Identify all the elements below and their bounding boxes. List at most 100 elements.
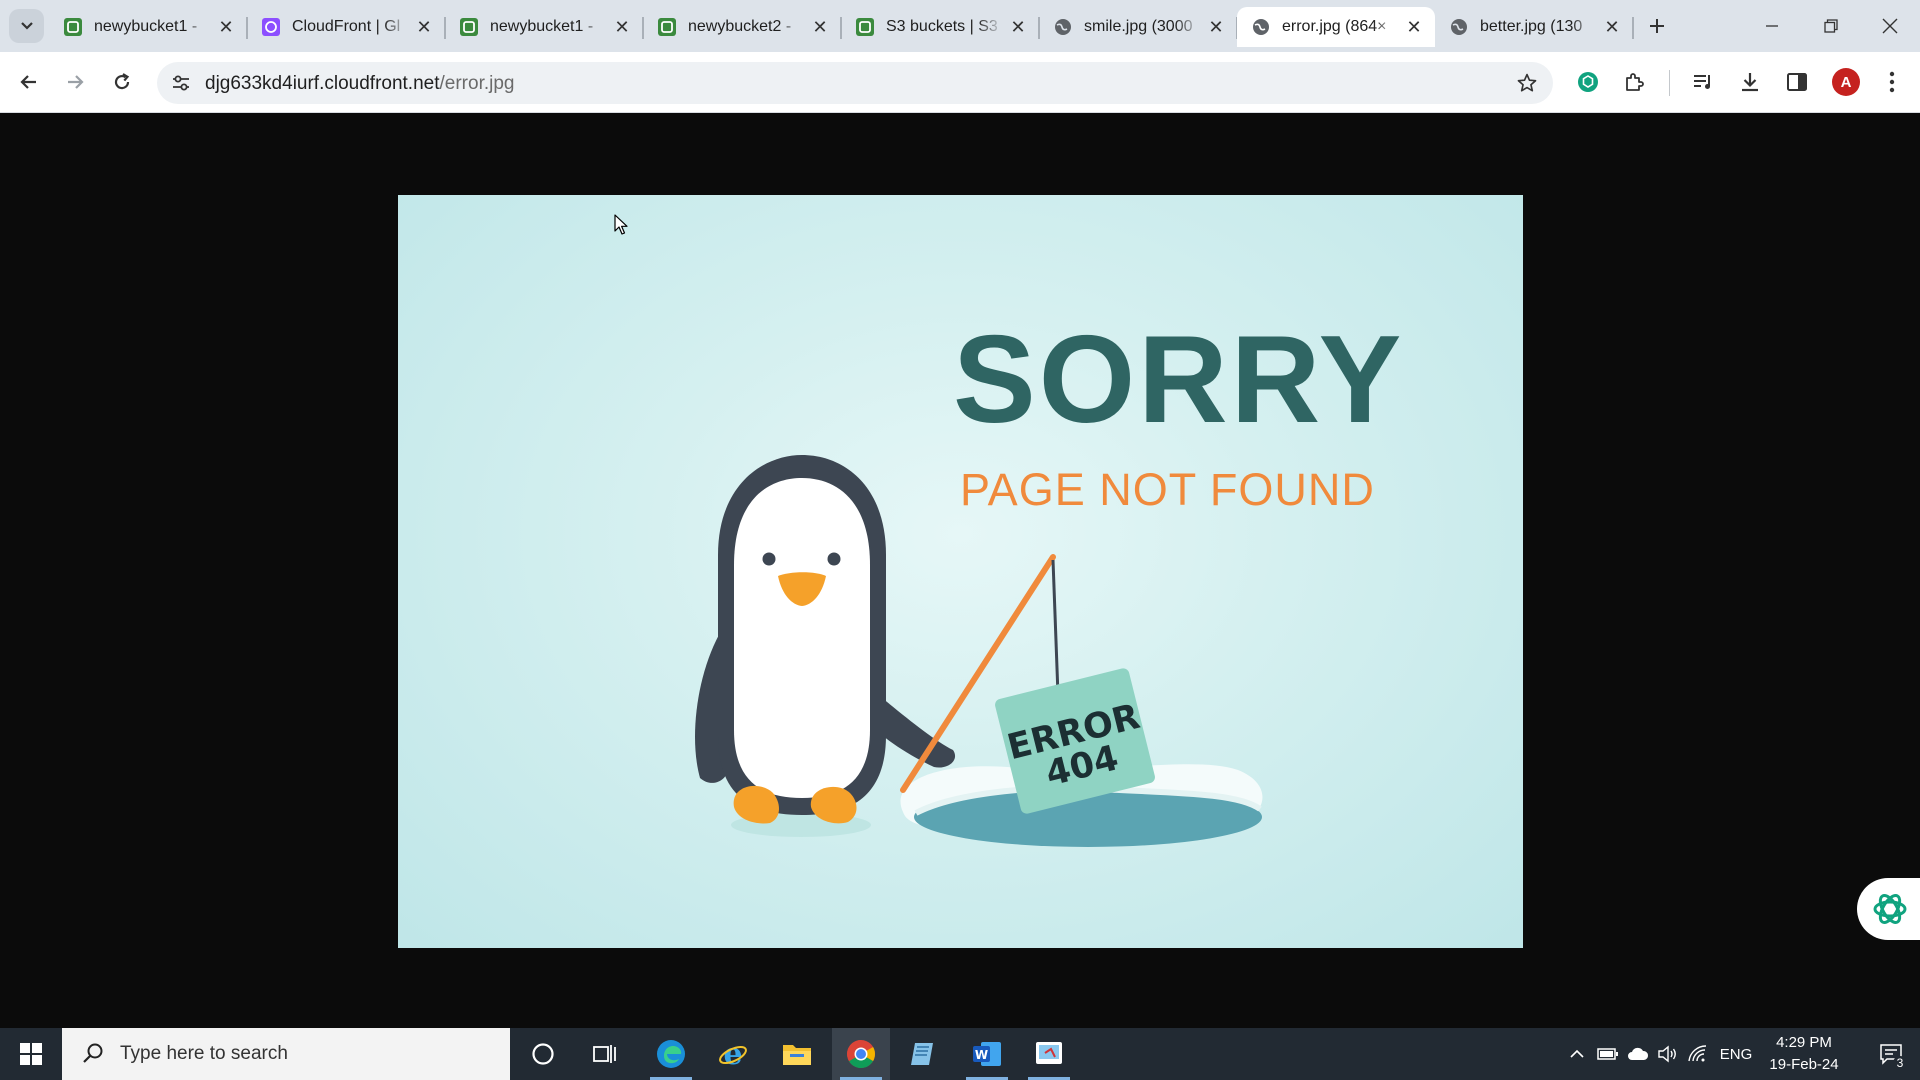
arrow-left-icon [20, 75, 36, 89]
tab-s3-buckets[interactable]: S3 buckets | S3 ✕ [841, 7, 1040, 47]
close-window-button[interactable] [1860, 0, 1920, 52]
forward-button[interactable] [57, 64, 93, 100]
chatgpt-extension-icon [1578, 72, 1598, 92]
taskbar-clock[interactable]: 4:29 PM 19-Feb-24 [1756, 1032, 1852, 1076]
globe-icon [1055, 19, 1071, 35]
tab-close-button[interactable]: ✕ [805, 12, 835, 42]
tab-close-button[interactable]: ✕ [1399, 12, 1429, 42]
tab-error-jpg[interactable]: error.jpg (864× ✕ [1237, 7, 1435, 47]
clock-time: 4:29 PM [1776, 1034, 1832, 1051]
tab-smile-jpg[interactable]: smile.jpg (3000 ✕ [1039, 7, 1238, 47]
tab-separator [1632, 17, 1634, 39]
globe-icon [1253, 19, 1269, 35]
tab-label: S3 buckets | S3 [886, 18, 998, 35]
chrome-icon [847, 1040, 875, 1069]
action-center-button[interactable]: 3 [1862, 1028, 1920, 1080]
taskbar-snipping-tool[interactable] [1020, 1028, 1078, 1080]
internet-explorer-icon: e [719, 1038, 747, 1070]
windows-taskbar: Type here to search e W ENG 4:29 PM 19-F… [0, 1028, 1920, 1080]
close-icon [1882, 18, 1898, 34]
media-controls-button[interactable] [1686, 65, 1720, 99]
cloudfront-favicon-icon [262, 18, 280, 36]
wifi-tray-button[interactable] [1684, 1028, 1712, 1080]
tab-close-button[interactable]: ✕ [1597, 12, 1627, 42]
start-button[interactable] [0, 1028, 62, 1080]
taskbar-internet-explorer[interactable]: e [704, 1028, 762, 1080]
arrow-right-icon [68, 75, 84, 89]
address-bar[interactable]: djg633kd4iurf.cloudfront.net/error.jpg [157, 62, 1553, 104]
bookmark-button[interactable] [1514, 70, 1540, 96]
url-host: djg633kd4iurf.cloudfront.net [205, 73, 440, 94]
tab-close-button[interactable]: ✕ [607, 12, 637, 42]
aws-s3-favicon-icon [658, 18, 676, 36]
taskbar-edge[interactable] [642, 1028, 700, 1080]
aws-s3-favicon-icon [856, 18, 874, 36]
tab-newybucket1-second[interactable]: newybucket1 - ✕ [445, 7, 644, 47]
restore-button[interactable] [1801, 0, 1861, 52]
browser-menu-button[interactable] [1875, 65, 1909, 99]
minimize-icon [1766, 25, 1778, 27]
clock-date: 19-Feb-24 [1769, 1056, 1839, 1073]
page-viewport: SORRY PAGE NOT FOUND ERROR 404 [0, 113, 1920, 1028]
reload-icon [114, 73, 130, 90]
side-panel-button[interactable] [1780, 65, 1814, 99]
search-icon [78, 1039, 108, 1069]
taskbar-chrome[interactable] [832, 1028, 890, 1080]
tab-label: CloudFront | Gl [292, 18, 401, 35]
new-tab-button[interactable] [1640, 9, 1674, 43]
more-vert-icon [1889, 71, 1895, 93]
onedrive-tray-button[interactable] [1624, 1028, 1652, 1080]
notepad-icon [911, 1043, 933, 1065]
tab-strip: newybucket1 - ✕ CloudFront | Gl ✕ newybu… [0, 0, 1920, 52]
site-info-button[interactable] [165, 67, 197, 99]
task-view-button[interactable] [576, 1028, 634, 1080]
downloads-button[interactable] [1733, 65, 1767, 99]
tab-label: newybucket1 - [490, 18, 594, 35]
cortana-button[interactable] [514, 1028, 572, 1080]
edge-icon [657, 1040, 685, 1068]
tab-label: newybucket2 - [688, 18, 792, 35]
penguin-belly [734, 478, 870, 798]
penguin-left-eye [762, 552, 776, 566]
battery-icon [1597, 1048, 1618, 1060]
taskbar-file-explorer[interactable] [768, 1028, 826, 1080]
sorry-headline: SORRY [953, 311, 1405, 449]
tab-better-jpg[interactable]: better.jpg (130 ✕ [1435, 7, 1634, 47]
back-button[interactable] [11, 64, 47, 100]
input-language-indicator[interactable]: ENG [1716, 1028, 1756, 1080]
page-not-found-subheadline: PAGE NOT FOUND [960, 464, 1375, 515]
chatgpt-extension-button[interactable] [1571, 65, 1605, 99]
tab-cloudfront[interactable]: CloudFront | Gl ✕ [247, 7, 446, 47]
windows-logo-icon [20, 1043, 42, 1065]
tab-close-button[interactable]: ✕ [1201, 12, 1231, 42]
profile-avatar[interactable]: A [1832, 68, 1860, 96]
word-icon: W [973, 1042, 1001, 1066]
tab-close-button[interactable]: ✕ [211, 12, 241, 42]
reload-button[interactable] [104, 64, 140, 100]
ai-assistant-floating-button[interactable] [1857, 878, 1920, 940]
battery-tray-button[interactable] [1594, 1028, 1622, 1080]
extensions-button[interactable] [1617, 65, 1651, 99]
show-hidden-icons-button[interactable] [1564, 1028, 1590, 1080]
side-panel-icon [1787, 73, 1807, 91]
minimize-button[interactable] [1742, 0, 1802, 52]
tab-newybucket2[interactable]: newybucket2 - ✕ [643, 7, 842, 47]
url-text[interactable]: djg633kd4iurf.cloudfront.net/error.jpg [205, 73, 514, 95]
tab-search-button[interactable] [9, 9, 44, 43]
taskbar-notes-app[interactable] [894, 1028, 952, 1080]
tab-close-button[interactable]: ✕ [1003, 12, 1033, 42]
speaker-icon [1658, 1045, 1676, 1063]
folder-icon [783, 1045, 811, 1065]
svg-text:e: e [723, 1038, 742, 1070]
penguin-illustration [695, 455, 1263, 847]
cortana-circle-icon [532, 1043, 554, 1065]
tab-newybucket1[interactable]: newybucket1 - ✕ [49, 7, 248, 47]
volume-tray-button[interactable] [1654, 1028, 1682, 1080]
tab-label: error.jpg (864× [1282, 18, 1387, 35]
tab-close-button[interactable]: ✕ [409, 12, 439, 42]
chevron-up-icon [1570, 1049, 1584, 1058]
aws-s3-favicon-icon [460, 18, 478, 36]
taskbar-search-box[interactable]: Type here to search [62, 1028, 510, 1080]
taskbar-word[interactable]: W [958, 1028, 1016, 1080]
tab-label: smile.jpg (3000 [1084, 18, 1193, 35]
